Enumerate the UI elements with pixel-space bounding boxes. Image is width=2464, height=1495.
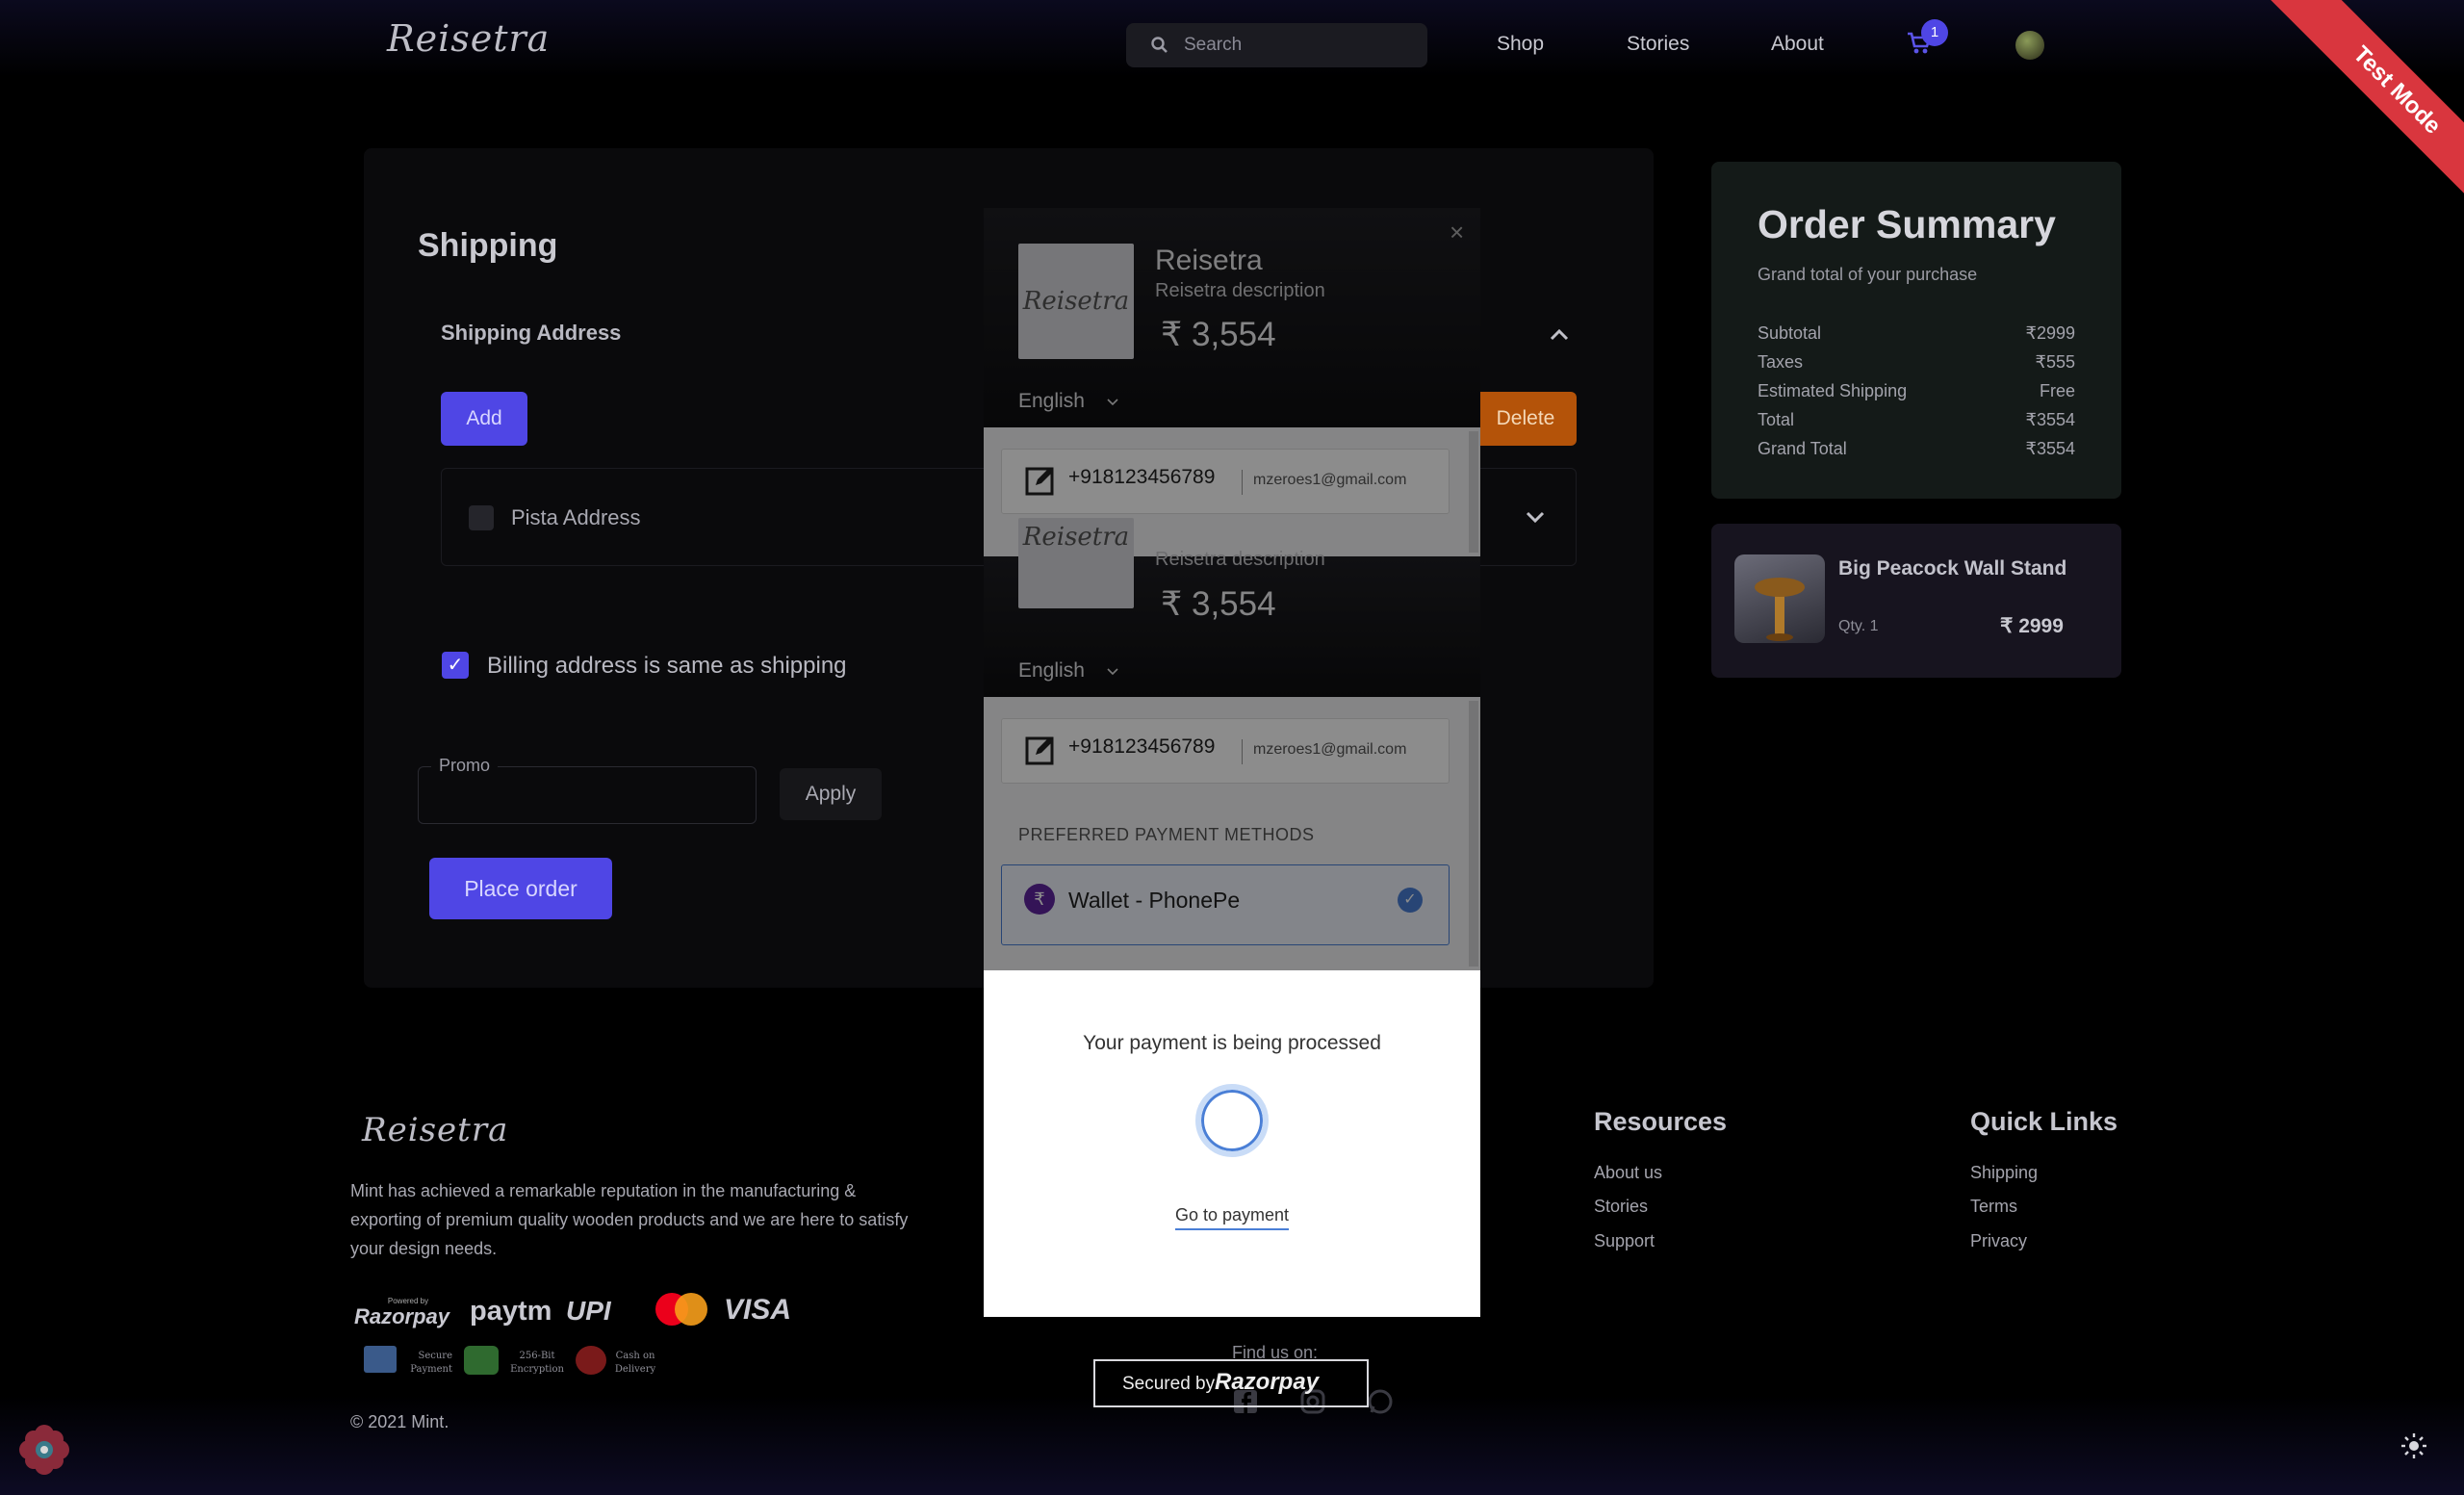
chevron-down-icon[interactable] [1526,510,1545,524]
avatar[interactable] [2015,31,2044,60]
checkout-page: Reisetra Search Shop Stories About 1 Tes… [0,0,2464,1495]
page-title: Shipping [418,227,558,264]
encryption-badge: 256-Bit Encryption [510,1351,564,1375]
visa-logo: VISA [724,1294,792,1326]
floating-flower-icon[interactable] [15,1421,73,1479]
secured-by-razorpay: Secured by Razorpay [1093,1359,1369,1407]
resources-heading: Resources [1594,1107,1728,1136]
summary-row-value: Free [2039,381,2075,400]
billing-same-label: Billing address is same as shipping [487,653,847,679]
nav-stories[interactable]: Stories [1627,33,1689,56]
apply-promo-button[interactable]: Apply [780,768,882,820]
cash-on-delivery-icon [576,1346,606,1375]
summary-row-value: ₹2999 [2025,323,2076,343]
whatsapp-icon[interactable] [1367,1388,1394,1415]
theme-toggle-icon[interactable] [2400,1432,2427,1459]
address-checkbox[interactable] [469,505,494,530]
summary-row-label: Total [1758,410,1795,429]
item-name: Big Peacock Wall Stand [1838,557,2067,580]
footer-link-support[interactable]: Support [1594,1231,1655,1251]
encryption-lock-icon [464,1346,499,1375]
place-order-button[interactable]: Place order [429,858,612,919]
footer-about-text: Mint has achieved a remarkable reputatio… [350,1181,909,1258]
secured-by-label: Secured by [1122,1374,1216,1394]
mastercard-icon [655,1293,707,1326]
summary-row-label: Grand Total [1758,439,1847,458]
secure-payment-badge: Secure Payment [410,1351,452,1375]
summary-row-label: Estimated Shipping [1758,381,1908,400]
summary-row-value: ₹3554 [2025,439,2076,458]
product-thumbnail [1734,554,1825,643]
loading-spinner [1195,1084,1269,1157]
copyright: © 2021 Mint. [350,1412,449,1431]
order-summary-title: Order Summary [1758,202,2056,246]
item-qty: Qty. 1 [1838,618,1879,634]
test-mode-ribbon: Test Mode [2270,0,2464,218]
peacock-stand-image [1755,578,1805,641]
delete-address-button[interactable]: Delete [1475,392,1577,446]
add-address-button[interactable]: Add [441,392,527,446]
secure-payment-icon [364,1346,397,1373]
search-input[interactable]: Search [1184,35,1242,56]
summary-row-label: Subtotal [1758,323,1822,343]
footer-link-privacy[interactable]: Privacy [1970,1231,2027,1251]
site-logo[interactable]: Reisetra [387,17,550,60]
footer-link-stories[interactable]: Stories [1594,1197,1648,1217]
razorpay-logo: Razorpay [354,1304,450,1328]
footer-logo[interactable]: Reisetra [362,1111,508,1149]
search-icon [1151,37,1168,53]
razorpay-brand: Razorpay [1215,1369,1320,1395]
go-to-payment-link[interactable]: Go to payment [984,1205,1480,1230]
footer-link-about[interactable]: About us [1594,1163,1662,1183]
quick-links-heading: Quick Links [1970,1107,2118,1136]
footer-link-shipping[interactable]: Shipping [1970,1163,2038,1183]
shipping-address-heading[interactable]: Shipping Address [441,321,621,346]
search-bar[interactable]: Search [1126,23,1427,67]
billing-same-checkbox[interactable]: ✓ [442,652,469,679]
upi-logo: UPI [566,1296,611,1326]
order-summary-subtitle: Grand total of your purchase [1758,265,1978,284]
paytm-logo: paytm [470,1296,552,1327]
processing-text: Your payment is being processed [1083,1032,1381,1054]
cash-on-delivery-badge: Cash on Delivery [614,1351,656,1375]
modal-dim-overlay [984,208,1480,970]
chevron-up-icon[interactable] [1550,327,1569,341]
nav-shop[interactable]: Shop [1497,33,1544,56]
footer-link-terms[interactable]: Terms [1970,1197,2017,1217]
item-price: ₹ 2999 [2000,615,2064,637]
promo-label: Promo [431,756,499,776]
razorpay-checkout-modal: × Reisetra Reisetra Reisetra description… [984,208,1480,1317]
nav-about[interactable]: About [1771,33,1824,56]
cart-count-badge: 1 [1921,19,1948,46]
summary-row-label: Taxes [1758,352,1804,372]
address-name: Pista Address [511,505,641,529]
summary-row-value: ₹3554 [2025,410,2076,429]
summary-row-value: ₹555 [2035,352,2075,372]
go-to-payment-label: Go to payment [1174,1205,1290,1230]
